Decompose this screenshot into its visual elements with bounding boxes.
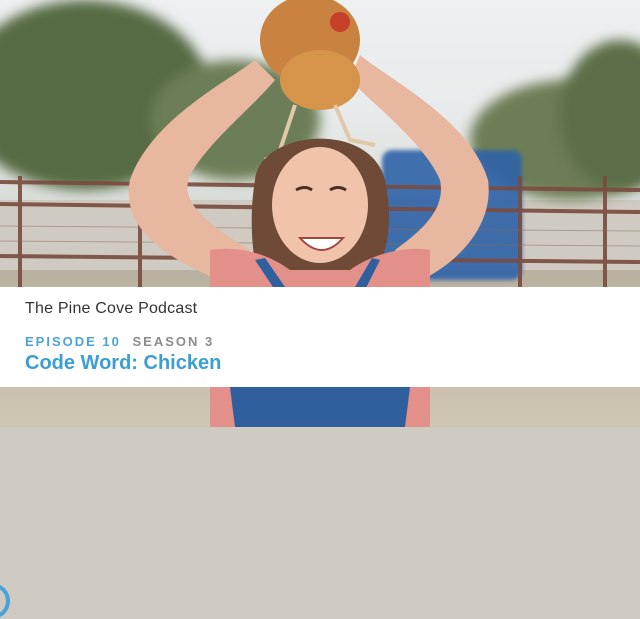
circle-badge-icon xyxy=(0,583,10,619)
podcast-name: The Pine Cove Podcast xyxy=(25,300,198,317)
episode-number: EPISODE 10 xyxy=(25,334,121,349)
episode-title: Code Word: Chicken xyxy=(25,352,222,374)
season-number: SEASON 3 xyxy=(132,334,215,349)
episode-info: EPISODE 10 SEASON 3 xyxy=(25,334,214,349)
